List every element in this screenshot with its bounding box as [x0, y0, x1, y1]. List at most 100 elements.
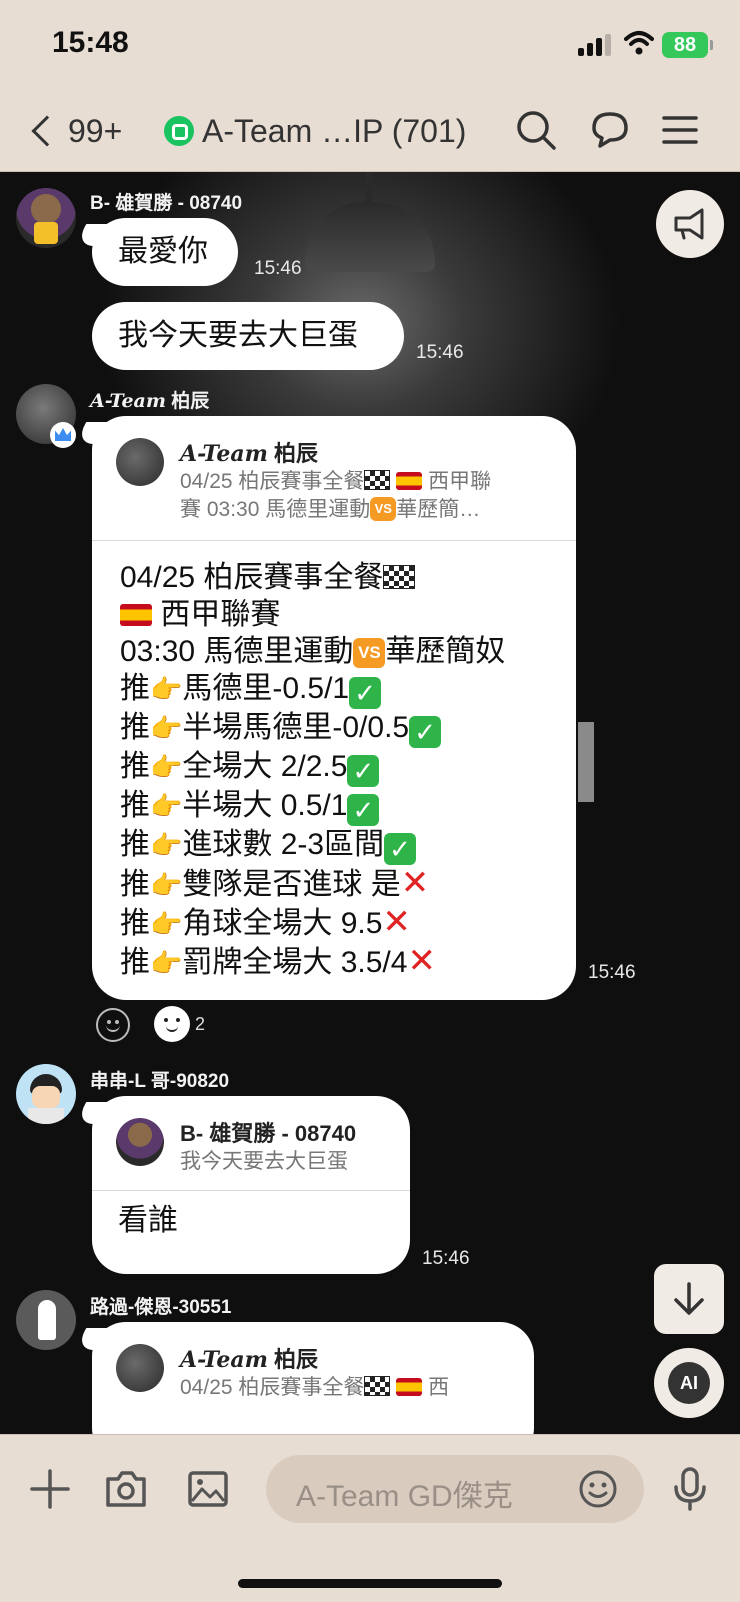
spain-flag-icon	[120, 604, 152, 626]
battery-icon: 88	[662, 32, 708, 58]
megaphone-icon	[674, 208, 704, 240]
message-text: 推	[120, 750, 150, 783]
crown-badge-icon	[50, 422, 76, 448]
message-line: 西甲聯賽	[120, 596, 550, 633]
menu-icon[interactable]	[656, 106, 704, 154]
pointing-hand-icon: 👉	[150, 791, 183, 821]
wifi-icon	[624, 31, 654, 55]
message-line: 推👉進球數 2-3區間 ✓	[120, 826, 550, 865]
reply-quote[interactable]: A-Team 柏辰 04/25 柏辰賽事全餐 西甲聯 賽 03:30 馬德里運動…	[92, 416, 576, 541]
message-bubble[interactable]: 最愛你	[92, 218, 238, 286]
message-text: 半場馬德里-0/0.5	[182, 711, 410, 744]
message-line: 推👉馬德里-0.5/1 ✓	[120, 670, 550, 709]
message-text: 我今天要去大巨蛋	[118, 319, 358, 352]
chat-area[interactable]: B- 雄賀勝 - 08740 最愛你 15:46 我今天要去大巨蛋 15:46 …	[0, 172, 740, 1434]
cross-mark-icon: ✕	[400, 864, 430, 902]
message-body: 看誰	[92, 1191, 410, 1251]
message-text: 馬德里-0.5/1	[182, 672, 350, 705]
microphone-icon[interactable]	[666, 1465, 714, 1513]
sender-name: 串串-L 哥-90820	[90, 1071, 230, 1092]
image-icon[interactable]	[184, 1465, 232, 1513]
arrow-down-icon	[674, 1282, 704, 1315]
reply-snippet-text: 華歷簡…	[396, 498, 481, 521]
reply-name-rest: 柏辰	[267, 441, 319, 466]
check-mark-icon: ✓	[347, 794, 380, 826]
plus-icon[interactable]	[26, 1465, 74, 1513]
reply-snippet-text: 西	[428, 1376, 450, 1399]
ai-assistant-button[interactable]: AI	[654, 1348, 724, 1418]
avatar-jersey	[34, 222, 58, 244]
avatar[interactable]	[16, 1064, 76, 1124]
pointing-hand-icon: 👉	[150, 870, 183, 900]
pointing-hand-icon: 👉	[150, 830, 183, 860]
message-text: 罰牌全場大 3.5/4	[182, 946, 408, 979]
reply-quote[interactable]: B- 雄賀勝 - 08740 我今天要去大巨蛋	[92, 1096, 410, 1191]
reply-quote[interactable]: A-Team 柏辰 04/25 柏辰賽事全餐 西	[92, 1322, 534, 1418]
message-text: 推	[120, 946, 150, 979]
message-text: 推	[120, 907, 150, 940]
message-bubble[interactable]: A-Team 柏辰 04/25 柏辰賽事全餐 西甲聯 賽 03:30 馬德里運動…	[92, 416, 576, 1000]
message-text: 推	[120, 828, 150, 861]
search-icon[interactable]	[512, 106, 560, 154]
checkered-flag-icon	[364, 1376, 391, 1396]
message-bubble[interactable]: A-Team 柏辰 04/25 柏辰賽事全餐 西	[92, 1322, 534, 1434]
message-line: 推👉半場馬德里-0/0.5 ✓	[120, 709, 550, 748]
message-bubble[interactable]: 我今天要去大巨蛋	[92, 302, 404, 370]
message-text: 西甲聯賽	[160, 598, 281, 631]
message-bubble[interactable]: B- 雄賀勝 - 08740 我今天要去大巨蛋 看誰	[92, 1096, 410, 1274]
scroll-to-bottom-button[interactable]	[654, 1264, 724, 1334]
reply-name-rest: 柏辰	[267, 1347, 319, 1372]
avatar[interactable]	[16, 1290, 76, 1350]
checkered-flag-icon	[364, 470, 391, 490]
reply-name: A-Team 柏辰	[180, 436, 552, 468]
chat-title-button[interactable]: A-Team …IP (701)	[164, 108, 484, 154]
sticker-reaction-icon[interactable]	[154, 1006, 190, 1042]
reply-avatar	[116, 1118, 164, 1166]
cross-mark-icon: ✕	[382, 903, 411, 941]
add-reaction-icon[interactable]	[96, 1008, 130, 1042]
message-time: 15:46	[422, 1248, 470, 1269]
sender-name-serif: A-Team	[90, 390, 166, 412]
line-official-badge-icon	[164, 116, 194, 146]
pointing-hand-icon: 👉	[150, 909, 183, 939]
avatar[interactable]	[16, 188, 76, 248]
sender-name: 路過-傑恩-30551	[90, 1297, 232, 1318]
chevron-left-icon	[31, 115, 63, 147]
pointing-hand-icon: 👉	[150, 713, 183, 743]
spain-flag-icon	[396, 1378, 423, 1396]
message-time: 15:46	[416, 342, 464, 363]
battery-tip	[710, 40, 713, 50]
back-button[interactable]: 99+	[26, 108, 136, 154]
pointing-hand-icon: 👉	[150, 948, 183, 978]
reply-snippet-line-2: 賽 03:30 馬德里運動 VS 華歷簡…	[180, 496, 552, 524]
emoji-icon[interactable]	[576, 1467, 620, 1511]
message-input[interactable]: A-Team GD傑克	[266, 1455, 644, 1523]
message-time: 15:46	[254, 258, 302, 279]
unread-count: 99+	[68, 112, 123, 149]
reply-name-serif: A-Team	[180, 441, 268, 467]
reply-avatar	[116, 1344, 164, 1392]
reply-snippet: 我今天要去大巨蛋	[180, 1150, 348, 1173]
message-text: 全場大 2/2.5	[182, 750, 348, 783]
reply-snippet: 04/25 柏辰賽事全餐 西	[180, 1374, 510, 1402]
message-text: 看誰	[118, 1204, 178, 1237]
background-lamp-cord	[366, 172, 372, 204]
message-line: 03:30 馬德里運動 VS 華歷簡奴	[120, 633, 550, 670]
message-text: 華歷簡奴	[385, 635, 506, 668]
message-text: 03:30 馬德里運動	[120, 635, 354, 668]
reply-snippet-text: 西甲聯	[428, 470, 492, 493]
message-text: 角球全場大 9.5	[182, 907, 383, 940]
message-body: 04/25 柏辰賽事全餐 西甲聯賽 03:30 馬德里運動 VS 華歷簡奴 推👉馬德…	[92, 541, 576, 1006]
cellular-signal-icon	[578, 34, 612, 56]
announcement-button[interactable]	[656, 190, 724, 258]
cross-mark-icon: ✕	[407, 942, 436, 980]
check-mark-icon: ✓	[409, 716, 442, 748]
camera-icon[interactable]	[102, 1465, 150, 1513]
message-text: 進球數 2-3區間	[182, 828, 385, 861]
sender-name-rest: 柏辰	[165, 391, 210, 412]
message-text: 推	[120, 672, 150, 705]
vs-icon: VS	[353, 638, 386, 668]
input-placeholder: A-Team GD傑克	[296, 1480, 513, 1513]
chat-bubbles-icon[interactable]	[586, 106, 634, 154]
message-text: 半場大 0.5/1	[182, 789, 348, 822]
